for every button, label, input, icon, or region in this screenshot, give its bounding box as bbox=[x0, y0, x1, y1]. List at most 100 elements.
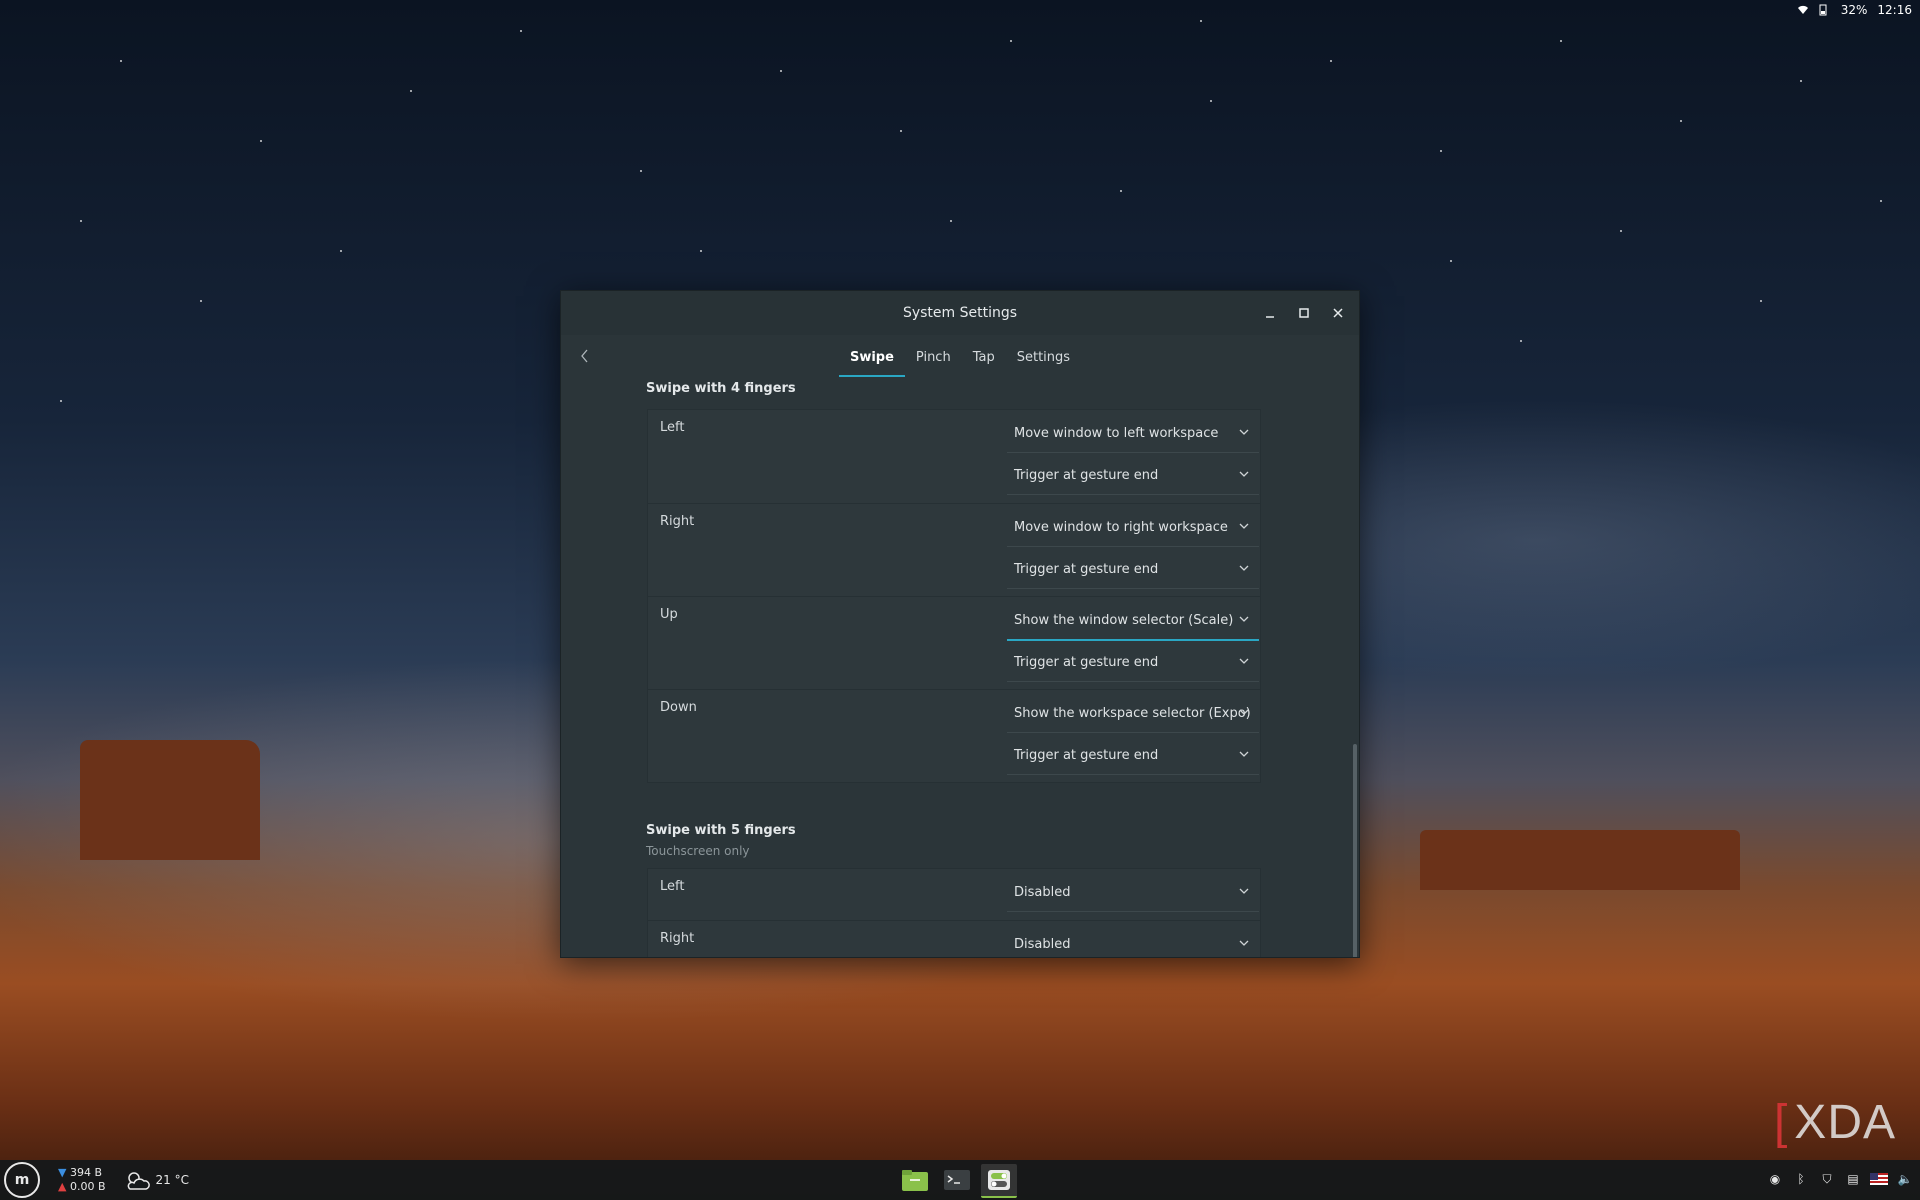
system-tray: ◉ ᛒ ⛉ ▤ 🔈 bbox=[1766, 1170, 1914, 1188]
clipboard-icon[interactable]: ▤ bbox=[1844, 1170, 1862, 1188]
gesture-row-left: Left Move window to left workspace Trigg… bbox=[648, 410, 1260, 503]
weather-temp: 21 °C bbox=[155, 1173, 189, 1187]
tab-tap[interactable]: Tap bbox=[962, 342, 1006, 373]
folder-icon bbox=[902, 1170, 928, 1191]
settings-group-5-fingers: Left Disabled Right Disabled bbox=[647, 868, 1261, 957]
trigger-dropdown[interactable]: Trigger at gesture end bbox=[1007, 738, 1259, 775]
chevron-down-icon bbox=[1239, 523, 1249, 529]
window-titlebar[interactable]: System Settings bbox=[561, 291, 1359, 335]
system-settings-window: System Settings Swipe Pinch Tap Settings… bbox=[560, 290, 1360, 958]
close-button[interactable] bbox=[1323, 299, 1353, 327]
xda-logo-icon: [ bbox=[1773, 1096, 1789, 1149]
wifi-icon[interactable] bbox=[1797, 4, 1809, 16]
weather-applet[interactable]: 21 °C bbox=[124, 1169, 189, 1191]
taskbar: m ▼ 394 B ▲ 0.00 B 21 °C ◉ ᛒ ⛉ ▤ 🔈 bbox=[0, 1160, 1920, 1200]
gesture-row-right: Right Move window to right workspace Tri… bbox=[648, 503, 1260, 597]
tab-settings[interactable]: Settings bbox=[1006, 342, 1081, 373]
status-icon[interactable]: ◉ bbox=[1766, 1170, 1784, 1188]
files-app-button[interactable] bbox=[897, 1164, 933, 1196]
settings-group-4-fingers: Left Move window to left workspace Trigg… bbox=[647, 409, 1261, 783]
linux-mint-icon: m bbox=[14, 1172, 30, 1188]
action-dropdown[interactable]: Show the window selector (Scale) bbox=[1007, 603, 1259, 641]
gesture-row-up: Up Show the window selector (Scale) Trig… bbox=[648, 596, 1260, 690]
scrollbar-thumb[interactable] bbox=[1353, 744, 1357, 957]
section-subtitle-5-fingers: Touchscreen only bbox=[646, 844, 750, 858]
gesture-row-right: Right Disabled bbox=[648, 920, 1260, 957]
wallpaper-butte-right bbox=[1420, 830, 1740, 890]
tab-pinch[interactable]: Pinch bbox=[905, 342, 962, 373]
volume-icon[interactable]: 🔈 bbox=[1896, 1170, 1914, 1188]
trigger-dropdown[interactable]: Trigger at gesture end bbox=[1007, 458, 1259, 495]
dropdown-value: Show the workspace selector (Expo) bbox=[1014, 706, 1251, 721]
chevron-down-icon bbox=[1239, 940, 1249, 946]
clock[interactable]: 12:16 bbox=[1877, 3, 1912, 17]
net-up: 0.00 B bbox=[69, 1180, 106, 1193]
chevron-down-icon bbox=[1239, 616, 1249, 622]
keyboard-layout-flag-icon[interactable] bbox=[1870, 1170, 1888, 1188]
trigger-dropdown[interactable]: Trigger at gesture end bbox=[1007, 552, 1259, 589]
network-monitor[interactable]: ▼ 394 B ▲ 0.00 B bbox=[58, 1166, 106, 1194]
chevron-down-icon bbox=[1239, 888, 1249, 894]
battery-icon[interactable] bbox=[1819, 4, 1831, 16]
chevron-down-icon bbox=[1239, 709, 1249, 715]
gesture-row-left: Left Disabled bbox=[648, 869, 1260, 920]
tab-swipe[interactable]: Swipe bbox=[838, 342, 905, 377]
row-label: Left bbox=[660, 420, 685, 435]
chevron-down-icon bbox=[1239, 429, 1249, 435]
watermark-text: XDA bbox=[1794, 1096, 1896, 1149]
chevron-down-icon bbox=[1239, 471, 1249, 477]
action-dropdown[interactable]: Move window to left workspace bbox=[1007, 416, 1259, 453]
section-title-4-fingers: Swipe with 4 fingers bbox=[646, 381, 796, 396]
net-down: 394 B bbox=[69, 1166, 103, 1179]
maximize-icon bbox=[1299, 308, 1309, 318]
upload-arrow-icon: ▲ bbox=[58, 1180, 67, 1193]
chevron-left-icon bbox=[581, 349, 588, 363]
minimize-icon bbox=[1266, 316, 1274, 318]
row-label: Right bbox=[660, 931, 695, 946]
wallpaper-butte-left bbox=[80, 740, 260, 860]
section-title-5-fingers: Swipe with 5 fingers bbox=[646, 823, 796, 838]
terminal-icon bbox=[944, 1170, 970, 1190]
tab-bar: Swipe Pinch Tap Settings bbox=[838, 342, 1081, 377]
gesture-row-down: Down Show the workspace selector (Expo) … bbox=[648, 689, 1260, 783]
action-dropdown[interactable]: Disabled bbox=[1007, 875, 1259, 912]
row-label: Down bbox=[660, 700, 697, 715]
action-dropdown[interactable]: Move window to right workspace bbox=[1007, 510, 1259, 547]
dropdown-value: Trigger at gesture end bbox=[1014, 748, 1159, 763]
tab-header: Swipe Pinch Tap Settings bbox=[561, 335, 1359, 379]
dropdown-value: Disabled bbox=[1014, 937, 1071, 952]
toggle-settings-icon bbox=[988, 1170, 1010, 1190]
maximize-button[interactable] bbox=[1289, 299, 1319, 327]
settings-content: Swipe with 4 fingers Left Move window to… bbox=[561, 379, 1359, 957]
action-dropdown[interactable]: Disabled bbox=[1007, 927, 1259, 957]
chevron-down-icon bbox=[1239, 751, 1249, 757]
bluetooth-icon[interactable]: ᛒ bbox=[1792, 1170, 1810, 1188]
menu-button[interactable]: m bbox=[4, 1162, 40, 1198]
top-panel: 32% 12:16 bbox=[1789, 0, 1920, 20]
minimize-button[interactable] bbox=[1255, 299, 1285, 327]
window-controls bbox=[1255, 299, 1353, 327]
terminal-app-button[interactable] bbox=[939, 1164, 975, 1196]
shield-icon[interactable]: ⛉ bbox=[1818, 1170, 1836, 1188]
weather-partly-cloudy-icon bbox=[127, 1172, 150, 1190]
window-title: System Settings bbox=[902, 305, 1018, 321]
dropdown-value: Disabled bbox=[1014, 885, 1071, 900]
back-button[interactable] bbox=[575, 345, 595, 367]
dropdown-value: Show the window selector (Scale) bbox=[1014, 613, 1234, 628]
dropdown-value: Move window to right workspace bbox=[1014, 520, 1228, 535]
close-icon bbox=[1333, 308, 1343, 318]
battery-percent: 32% bbox=[1840, 3, 1868, 17]
taskbar-apps bbox=[897, 1164, 1017, 1198]
trigger-dropdown[interactable]: Trigger at gesture end bbox=[1007, 645, 1259, 682]
dropdown-value: Trigger at gesture end bbox=[1014, 655, 1159, 670]
row-label: Right bbox=[660, 514, 695, 529]
chevron-down-icon bbox=[1239, 658, 1249, 664]
download-arrow-icon: ▼ bbox=[58, 1166, 67, 1179]
settings-app-button[interactable] bbox=[981, 1164, 1017, 1198]
row-label: Up bbox=[660, 607, 678, 622]
action-dropdown[interactable]: Show the workspace selector (Expo) bbox=[1007, 696, 1259, 733]
dropdown-value: Trigger at gesture end bbox=[1014, 468, 1159, 483]
dropdown-value: Move window to left workspace bbox=[1014, 426, 1219, 441]
xda-watermark: [ XDA bbox=[1774, 1095, 1896, 1150]
chevron-down-icon bbox=[1239, 565, 1249, 571]
